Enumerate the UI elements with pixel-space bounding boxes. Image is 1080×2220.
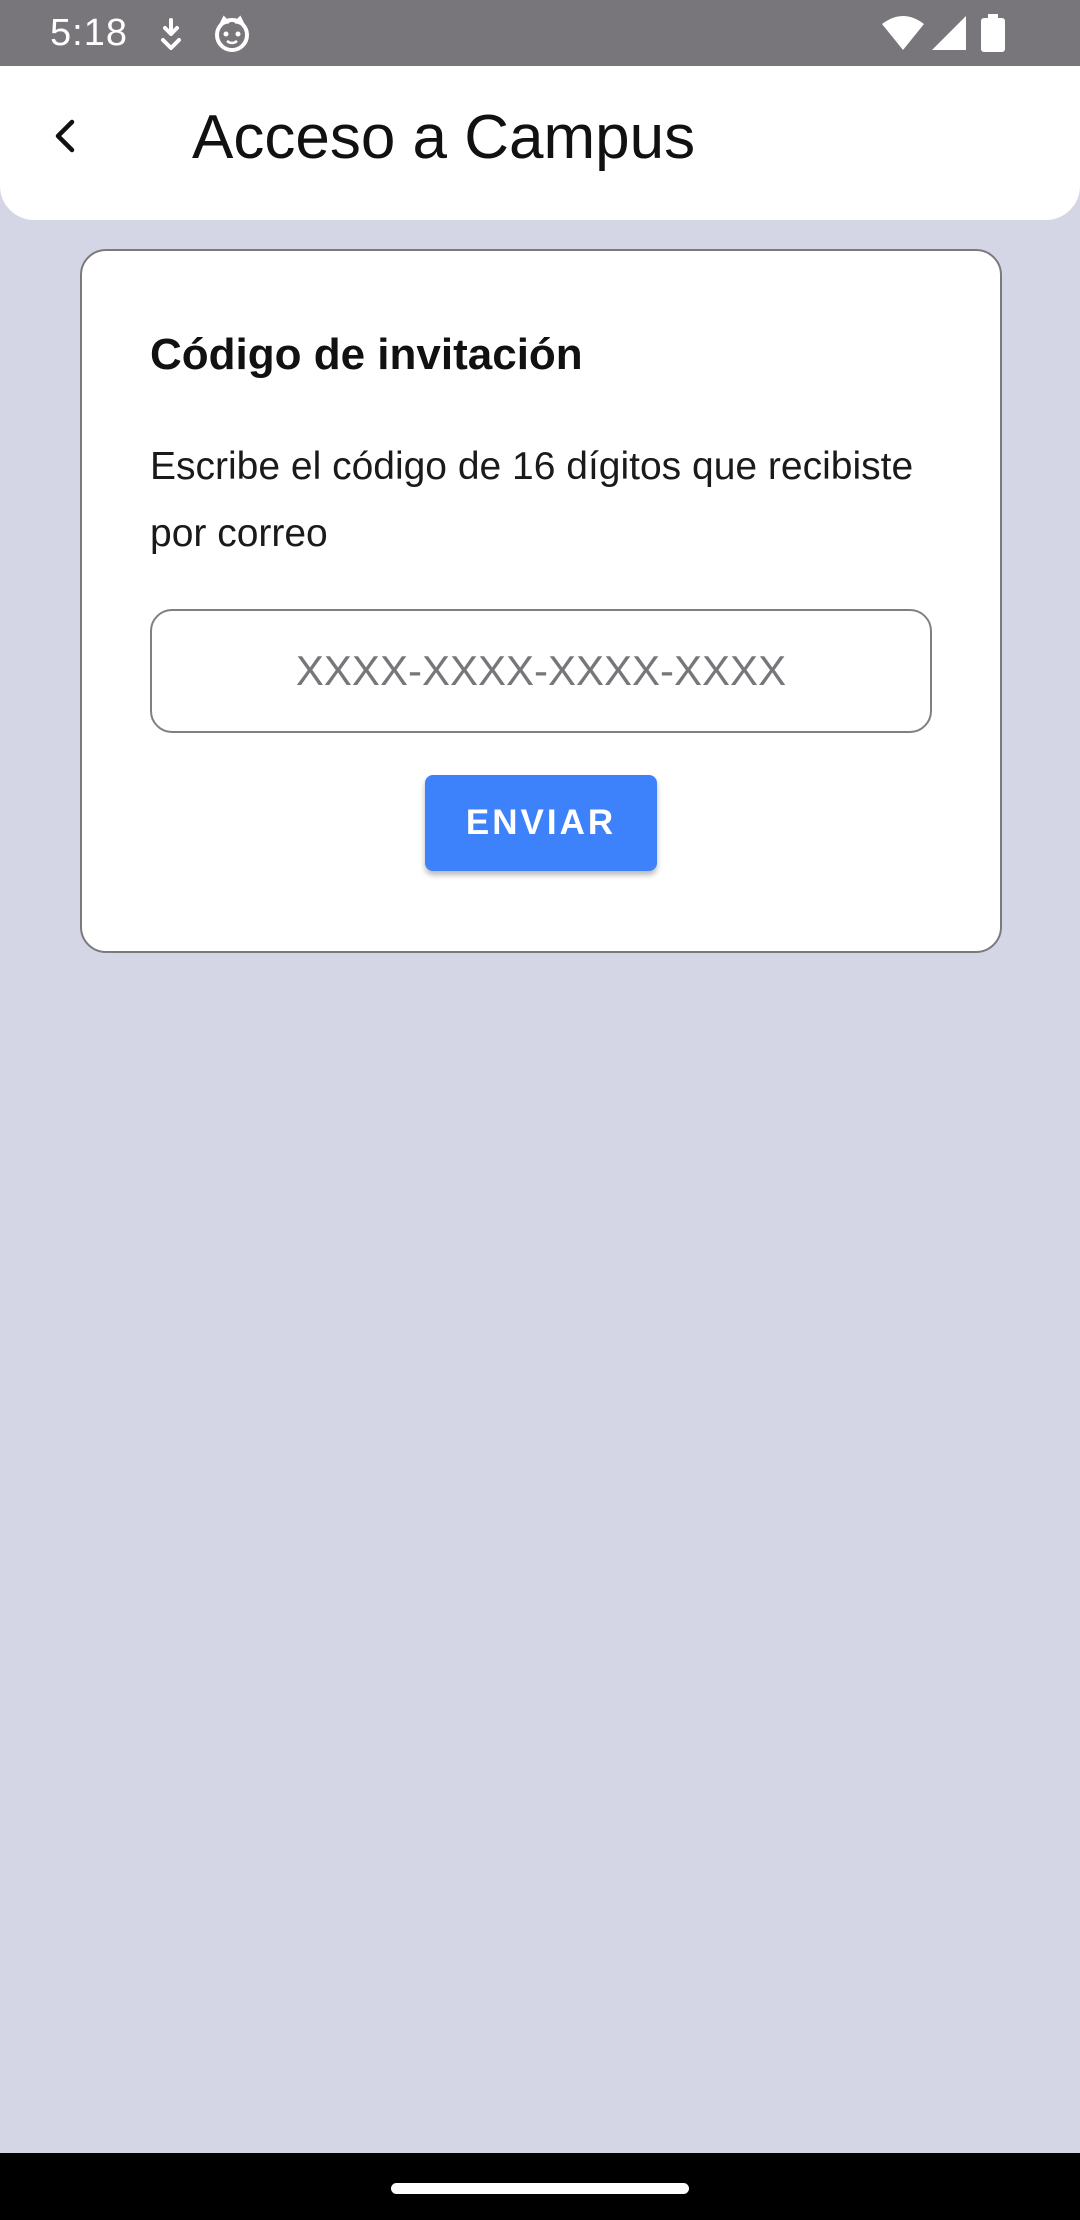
page-title: Acceso a Campus (192, 103, 696, 172)
status-time: 5:18 (50, 12, 128, 54)
cat-icon (212, 14, 252, 54)
signal-icon (928, 14, 968, 54)
invitation-card: Código de invitación Escribe el código d… (80, 249, 1002, 953)
send-button[interactable]: ENVIAR (425, 775, 657, 871)
home-handle[interactable] (391, 2183, 689, 2194)
wifi-icon (880, 14, 926, 54)
download-icon (151, 14, 191, 54)
battery-icon (978, 14, 1008, 54)
app-bar: Acceso a Campus (0, 66, 1080, 220)
status-bar: 5:18 (0, 0, 1080, 66)
invitation-code-input[interactable] (150, 609, 932, 733)
chevron-left-icon (55, 119, 75, 153)
card-description: Escribe el código de 16 dígitos que reci… (150, 445, 914, 555)
back-button[interactable] (36, 106, 96, 166)
card-title: Código de invitación (150, 330, 583, 379)
navigation-bar (0, 2153, 1080, 2220)
